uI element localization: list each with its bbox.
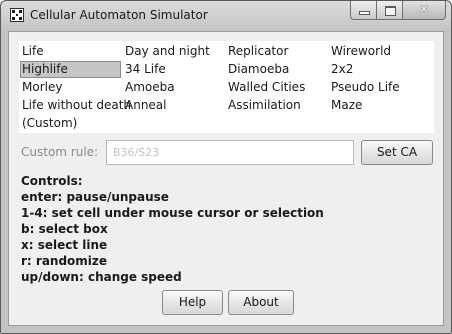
controls-line: x: select line: [21, 238, 108, 252]
rule-item-life-without-death[interactable]: Life without death: [20, 97, 131, 114]
rule-item-walled-cities[interactable]: Walled Cities: [226, 79, 326, 96]
about-button[interactable]: About: [228, 290, 294, 315]
rule-item-day-and-night[interactable]: Day and night: [123, 43, 223, 60]
window-title: Cellular Automaton Simulator: [30, 8, 208, 22]
rule-list: Life Day and night Replicator Wireworld …: [19, 41, 434, 133]
app-icon: [10, 8, 24, 22]
rule-item-wireworld[interactable]: Wireworld: [329, 43, 429, 60]
controls-line: up/down: change speed: [21, 270, 182, 284]
controls-line: b: select box: [21, 222, 108, 236]
maximize-button[interactable]: [377, 1, 403, 20]
set-ca-button[interactable]: Set CA: [361, 140, 433, 165]
rule-item-maze[interactable]: Maze: [329, 97, 429, 114]
rule-item-pseudo-life[interactable]: Pseudo Life: [329, 79, 429, 96]
controls-line: 1-4: set cell under mouse cursor or sele…: [21, 206, 324, 220]
controls-help: Controls: enter: pause/unpause 1-4: set …: [21, 173, 431, 285]
rule-item-34-life[interactable]: 34 Life: [123, 61, 223, 78]
app-window: Cellular Automaton Simulator ✕ Life Day …: [0, 0, 452, 334]
title-bar[interactable]: Cellular Automaton Simulator ✕: [1, 1, 451, 31]
window-controls: ✕: [350, 1, 446, 20]
rule-item-assimilation[interactable]: Assimilation: [226, 97, 326, 114]
rule-item-replicator[interactable]: Replicator: [226, 43, 326, 60]
rule-item-highlife[interactable]: Highlife: [20, 61, 121, 78]
controls-heading: Controls:: [21, 174, 83, 188]
client-area: Life Day and night Replicator Wireworld …: [8, 31, 444, 326]
rule-item-life[interactable]: Life: [20, 43, 120, 60]
rule-item-custom[interactable]: (Custom): [20, 115, 120, 132]
controls-line: enter: pause/unpause: [21, 190, 169, 204]
rule-item-morley[interactable]: Morley: [20, 79, 120, 96]
rule-item-diamoeba[interactable]: Diamoeba: [226, 61, 326, 78]
rule-item-2x2[interactable]: 2x2: [329, 61, 429, 78]
close-icon: ✕: [418, 2, 430, 16]
minimize-icon: [360, 12, 369, 14]
rule-item-amoeba[interactable]: Amoeba: [123, 79, 223, 96]
rule-item-anneal[interactable]: Anneal: [123, 97, 223, 114]
minimize-button[interactable]: [350, 1, 377, 20]
close-button[interactable]: ✕: [403, 1, 446, 20]
help-button[interactable]: Help: [162, 290, 223, 315]
custom-rule-label: Custom rule:: [21, 145, 99, 159]
custom-rule-input[interactable]: [106, 140, 354, 165]
controls-line: r: randomize: [21, 254, 108, 268]
maximize-icon: [385, 6, 396, 16]
